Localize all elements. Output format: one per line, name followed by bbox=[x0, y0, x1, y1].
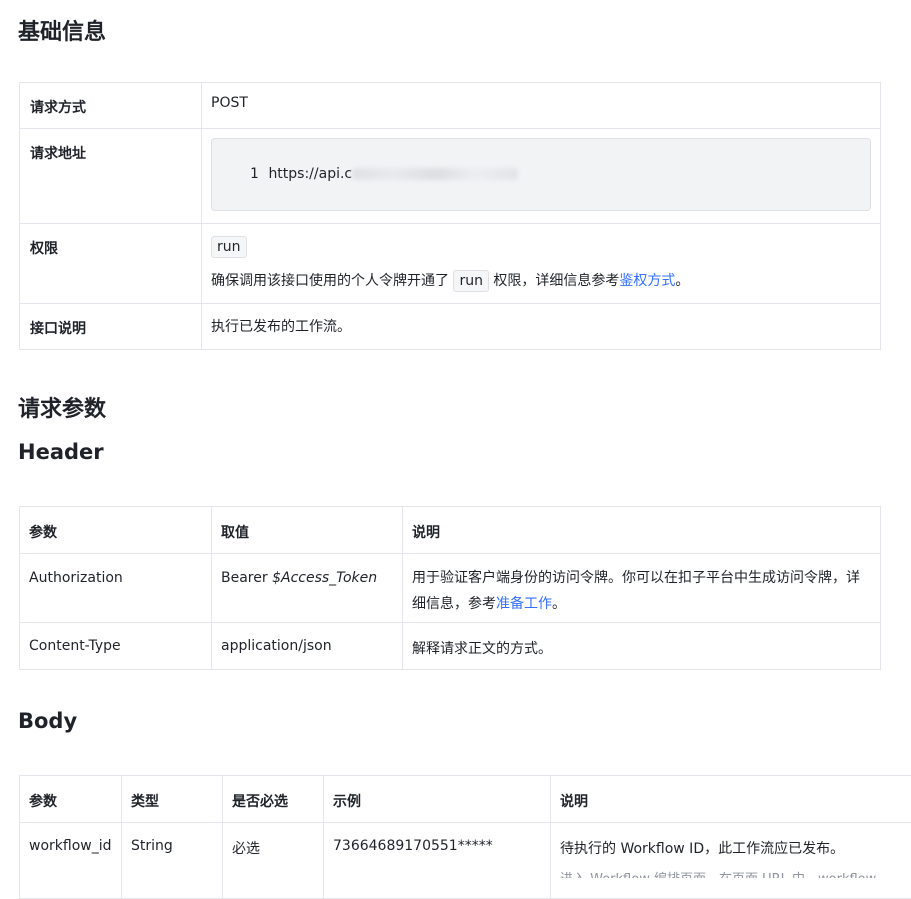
basic-info-table: 请求方式 POST 请求地址 1 https://api.c 权限 run 确保调… bbox=[19, 82, 881, 350]
permission-text-after: 权限，详细信息参考 bbox=[493, 273, 619, 289]
table-header-row: 参数 类型 是否必选 示例 说明 bbox=[20, 776, 911, 823]
api-desc-label: 接口说明 bbox=[20, 304, 202, 350]
permission-description: 确保调用该接口使用的个人令牌开通了 run 权限，详细信息参考鉴权方式。 bbox=[211, 270, 871, 292]
section-title-body: Body bbox=[18, 709, 77, 733]
period: 。 bbox=[552, 596, 566, 612]
param-value: Bearer $Access_Token bbox=[212, 554, 403, 623]
value-prefix: Bearer bbox=[221, 570, 272, 586]
section-title-request-params: 请求参数 bbox=[18, 391, 106, 423]
table-row: 接口说明 执行已发布的工作流。 bbox=[20, 304, 881, 350]
table-row: Content-Type application/json 解释请求正文的方式。 bbox=[20, 623, 881, 670]
table-row: Authorization Bearer $Access_Token 用于验证客… bbox=[20, 554, 881, 623]
period: 。 bbox=[675, 273, 689, 289]
param-desc: 用于验证客户端身份的访问令牌。你可以在扣子平台中生成访问令牌，详细信息，参考准备… bbox=[403, 554, 881, 623]
url-label: 请求地址 bbox=[20, 129, 202, 224]
param-desc: 解释请求正文的方式。 bbox=[403, 623, 881, 670]
inline-code-run: run bbox=[453, 270, 489, 292]
column-header: 取值 bbox=[212, 507, 403, 554]
param-desc: 待执行的 Workflow ID，此工作流应已发布。 进入 Workflow 编… bbox=[551, 823, 911, 899]
desc-text-more: 进入 Workflow 编排页面，在页面 URL 中，workflow bbox=[560, 868, 911, 878]
permission-tag: run bbox=[211, 236, 247, 258]
url-code-block[interactable]: 1 https://api.c bbox=[211, 138, 871, 211]
column-header: 参数 bbox=[20, 507, 212, 554]
param-name: workflow_id bbox=[20, 823, 122, 899]
section-title-basic-info: 基础信息 bbox=[18, 14, 106, 46]
table-row: workflow_id String 必选 73664689170551****… bbox=[20, 823, 911, 899]
desc-text: 用于验证客户端身份的访问令牌。你可以在扣子平台中生成访问令牌，详细信息，参考 bbox=[412, 570, 860, 612]
line-number: 1 bbox=[250, 166, 258, 182]
column-header: 参数 bbox=[20, 776, 122, 823]
permission-text: 确保调用该接口使用的个人令牌开通了 bbox=[211, 273, 449, 289]
column-header: 类型 bbox=[122, 776, 223, 823]
redacted-url-blur bbox=[352, 168, 518, 180]
header-params-table: 参数 取值 说明 Authorization Bearer $Access_To… bbox=[19, 506, 881, 670]
method-value: POST bbox=[202, 83, 881, 129]
desc-text: 待执行的 Workflow ID，此工作流应已发布。 bbox=[560, 838, 911, 858]
param-required: 必选 bbox=[223, 823, 324, 899]
table-header-row: 参数 取值 说明 bbox=[20, 507, 881, 554]
param-type: String bbox=[122, 823, 223, 899]
table-row: 请求地址 1 https://api.c bbox=[20, 129, 881, 224]
method-label: 请求方式 bbox=[20, 83, 202, 129]
param-example: 73664689170551***** bbox=[324, 823, 551, 899]
column-header: 示例 bbox=[324, 776, 551, 823]
permission-label: 权限 bbox=[20, 224, 202, 304]
table-row: 请求方式 POST bbox=[20, 83, 881, 129]
param-name: Authorization bbox=[20, 554, 212, 623]
value-token: $Access_Token bbox=[272, 570, 377, 586]
url-text: https://api.c bbox=[268, 166, 352, 182]
prep-work-link[interactable]: 准备工作 bbox=[496, 596, 552, 612]
column-header: 说明 bbox=[551, 776, 911, 823]
param-value: application/json bbox=[212, 623, 403, 670]
api-desc-value: 执行已发布的工作流。 bbox=[202, 304, 881, 350]
body-params-table: 参数 类型 是否必选 示例 说明 workflow_id String 必选 7… bbox=[19, 775, 911, 899]
table-row: 权限 run 确保调用该接口使用的个人令牌开通了 run 权限，详细信息参考鉴权… bbox=[20, 224, 881, 304]
section-title-header: Header bbox=[18, 440, 104, 464]
column-header: 是否必选 bbox=[223, 776, 324, 823]
column-header: 说明 bbox=[403, 507, 881, 554]
param-name: Content-Type bbox=[20, 623, 212, 670]
auth-method-link[interactable]: 鉴权方式 bbox=[619, 273, 675, 289]
